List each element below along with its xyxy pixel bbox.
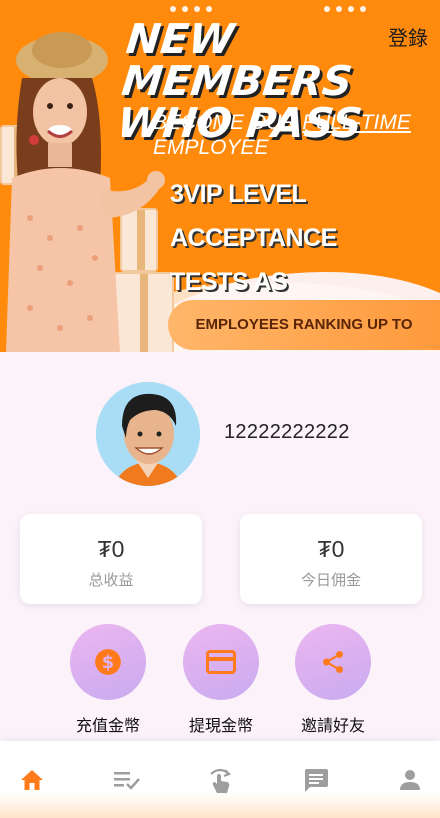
- message-icon: [305, 769, 328, 792]
- stat-card-total-earnings: ₮0 总收益: [20, 514, 202, 604]
- withdraw-label: 提現金幣: [188, 718, 253, 735]
- promo-banner[interactable]: NEW MEMBERS WHO PASS BECOME OUR FULL-TIM…: [0, 0, 440, 352]
- bottom-nav: [0, 741, 440, 818]
- banner-subtitle: BECOME OUR FULL-TIME EMPLOYEE: [153, 111, 411, 159]
- task-list-icon: [114, 772, 140, 790]
- avatar-image: [96, 382, 200, 486]
- stat-label: 总收益: [88, 572, 134, 589]
- stat-value: ₮0: [317, 536, 345, 562]
- tap-gesture-icon: [210, 768, 231, 793]
- deposit-button[interactable]: $ 充值金幣: [53, 624, 163, 736]
- withdraw-button[interactable]: 提現金幣: [166, 624, 276, 736]
- nav-grab[interactable]: [200, 763, 240, 797]
- svg-text:$: $: [102, 653, 114, 673]
- dollar-coin-icon: $: [95, 649, 121, 675]
- banner-pill: EMPLOYEES RANKING UP TO 10LEVEL: [168, 300, 440, 350]
- stat-value: ₮0: [97, 536, 125, 562]
- credit-card-icon: [206, 650, 236, 674]
- login-link[interactable]: 登錄: [388, 22, 428, 51]
- nav-profile[interactable]: [390, 763, 430, 797]
- stat-card-today-commission: ₮0 今日佣金: [240, 514, 422, 604]
- invite-label: 邀請好友: [300, 718, 365, 735]
- invite-friends-button[interactable]: 邀請好友: [278, 624, 388, 736]
- username: 12222222222: [224, 421, 350, 443]
- nav-tasks[interactable]: [107, 763, 147, 797]
- person-icon: [400, 770, 420, 790]
- avatar[interactable]: [96, 382, 200, 486]
- home-icon: [21, 770, 43, 790]
- nav-home[interactable]: [12, 763, 52, 797]
- nav-messages[interactable]: [296, 763, 336, 797]
- deposit-label: 充值金幣: [75, 718, 140, 735]
- share-icon: [323, 650, 343, 674]
- stat-label: 今日佣金: [300, 572, 361, 589]
